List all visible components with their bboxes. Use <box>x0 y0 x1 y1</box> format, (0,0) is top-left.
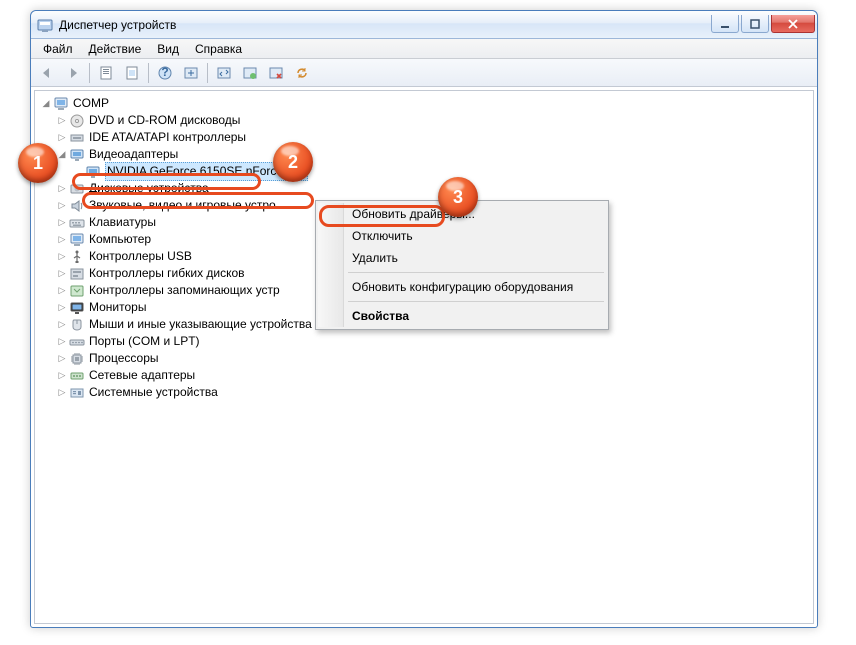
toolbar-sep <box>148 63 149 83</box>
net-icon <box>69 368 85 384</box>
device-tree[interactable]: ◢ COMP ▷ DVD и CD-ROM дисководы ▷ IDE ATA/ATA… <box>34 90 814 624</box>
display-icon <box>69 147 85 163</box>
mouse-icon <box>69 317 85 333</box>
audio-icon <box>69 198 85 214</box>
tree-item-label: Клавиатуры <box>89 214 156 231</box>
toolbar-help-button[interactable] <box>153 61 177 85</box>
tree-item-label: Процессоры <box>89 350 159 367</box>
cpu-icon <box>69 351 85 367</box>
disc-icon <box>69 113 85 129</box>
collapse-icon[interactable]: ◢ <box>39 97 53 111</box>
tree-item-label: COMP <box>73 95 109 112</box>
system-icon <box>69 385 85 401</box>
context-menu-separator <box>348 301 604 302</box>
expand-icon[interactable]: ▷ <box>55 335 69 349</box>
toolbar-uninstall-button[interactable] <box>264 61 288 85</box>
device-category[interactable]: ▷ Сетевые адаптеры <box>55 367 813 384</box>
menu-view[interactable]: Вид <box>149 40 187 58</box>
expand-icon[interactable]: ▷ <box>55 386 69 400</box>
tree-item-label: Системные устройства <box>89 384 218 401</box>
toolbar-scan-button[interactable] <box>179 61 203 85</box>
expand-icon[interactable]: ▷ <box>55 233 69 247</box>
context-menu: Обновить драйверы...ОтключитьУдалитьОбно… <box>315 200 609 330</box>
expand-icon[interactable]: ▷ <box>55 301 69 315</box>
context-menu-item[interactable]: Обновить конфигурацию оборудования <box>318 276 606 298</box>
tree-item-label: Дисковые устройства <box>89 180 209 197</box>
app-icon <box>37 17 53 33</box>
context-menu-item[interactable]: Свойства <box>318 305 606 327</box>
toolbar-forward-button[interactable] <box>61 61 85 85</box>
device-item[interactable]: NVIDIA GeForce 6150SE nForce 430 <box>71 163 813 180</box>
device-category[interactable]: ▷ Порты (COM и LPT) <box>55 333 813 350</box>
menu-bar: Файл Действие Вид Справка <box>31 39 817 59</box>
menu-help[interactable]: Справка <box>187 40 250 58</box>
storage-icon <box>69 283 85 299</box>
device-category[interactable]: ▷ IDE ATA/ATAPI контроллеры <box>55 129 813 146</box>
expand-icon[interactable]: ▷ <box>55 250 69 264</box>
expand-icon[interactable]: ▷ <box>55 182 69 196</box>
context-menu-separator <box>348 272 604 273</box>
tree-item-label: Мыши и иные указывающие устройства <box>89 316 312 333</box>
annotation-marker-2: 2 <box>273 142 313 182</box>
tree-item-label: DVD и CD-ROM дисководы <box>89 112 240 129</box>
toolbar-properties-button[interactable] <box>120 61 144 85</box>
tree-item-label: Контроллеры запоминающих устр <box>89 282 280 299</box>
device-category[interactable]: ◢Видеоадаптеры <box>55 146 813 163</box>
port-icon <box>69 334 85 350</box>
toolbar <box>31 59 817 87</box>
context-menu-item[interactable]: Отключить <box>318 225 606 247</box>
tree-item-label: Звуковые, видео и игровые устро <box>89 197 276 214</box>
computer-icon <box>53 96 69 112</box>
toolbar-show-hidden-button[interactable] <box>94 61 118 85</box>
tree-item-label: Видеоадаптеры <box>89 146 178 163</box>
expand-icon[interactable]: ▷ <box>55 284 69 298</box>
menu-file[interactable]: Файл <box>35 40 81 58</box>
toolbar-refresh-button[interactable] <box>290 61 314 85</box>
window-title: Диспетчер устройств <box>59 18 176 32</box>
toolbar-enable-button[interactable] <box>238 61 262 85</box>
expand-icon[interactable]: ▷ <box>55 114 69 128</box>
floppy-ctrl-icon <box>69 266 85 282</box>
device-category[interactable]: ▷ Системные устройства <box>55 384 813 401</box>
expand-icon[interactable]: ▷ <box>55 267 69 281</box>
annotation-marker-3: 3 <box>438 177 478 217</box>
tree-item-label: Сетевые адаптеры <box>89 367 195 384</box>
expand-icon[interactable]: ▷ <box>55 352 69 366</box>
monitor-icon <box>69 300 85 316</box>
display-icon <box>85 164 101 180</box>
expand-icon[interactable]: ▷ <box>55 131 69 145</box>
toolbar-back-button[interactable] <box>35 61 59 85</box>
tree-item-label: Контроллеры USB <box>89 248 192 265</box>
toolbar-update-driver-button[interactable] <box>212 61 236 85</box>
hdd-icon <box>69 181 85 197</box>
computer-icon <box>69 232 85 248</box>
maximize-button[interactable] <box>741 15 769 33</box>
expand-icon[interactable]: ▷ <box>55 199 69 213</box>
ide-icon <box>69 130 85 146</box>
expand-icon[interactable]: ▷ <box>55 318 69 332</box>
tree-item-label: Контроллеры гибких дисков <box>89 265 245 282</box>
annotation-marker-1: 1 <box>18 143 58 183</box>
usb-icon <box>69 249 85 265</box>
root-computer-node[interactable]: ◢ COMP <box>39 95 813 112</box>
window-controls <box>711 16 817 33</box>
titlebar[interactable]: Диспетчер устройств <box>31 11 817 39</box>
device-category[interactable]: ▷ Процессоры <box>55 350 813 367</box>
context-menu-item[interactable]: Удалить <box>318 247 606 269</box>
tree-item-label: IDE ATA/ATAPI контроллеры <box>89 129 246 146</box>
toolbar-sep <box>207 63 208 83</box>
menu-action[interactable]: Действие <box>81 40 150 58</box>
device-category[interactable]: ▷ DVD и CD-ROM дисководы <box>55 112 813 129</box>
tree-item-label: Компьютер <box>89 231 151 248</box>
tree-item-label: Мониторы <box>89 299 146 316</box>
toolbar-sep <box>89 63 90 83</box>
close-button[interactable] <box>771 15 815 33</box>
expand-icon[interactable]: ▷ <box>55 216 69 230</box>
expand-icon[interactable]: ▷ <box>55 369 69 383</box>
device-category[interactable]: ▷ Дисковые устройства <box>55 180 813 197</box>
tree-item-label: Порты (COM и LPT) <box>89 333 200 350</box>
minimize-button[interactable] <box>711 15 739 33</box>
keyboard-icon <box>69 215 85 231</box>
